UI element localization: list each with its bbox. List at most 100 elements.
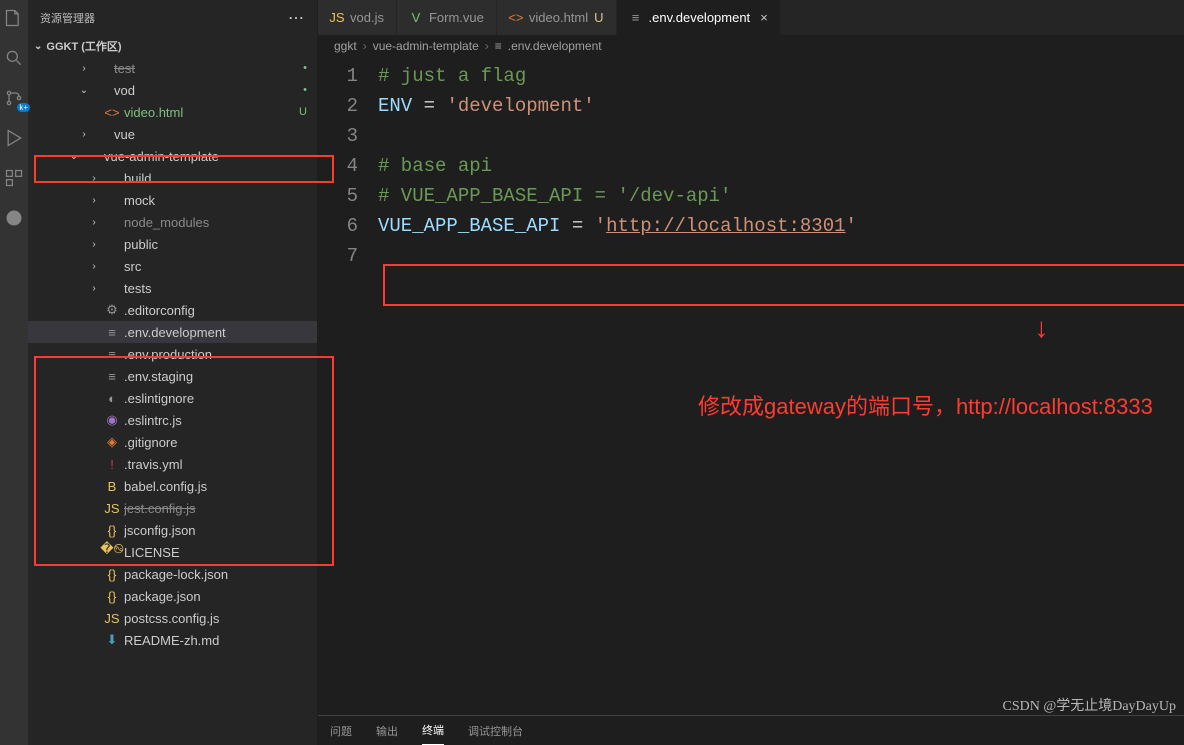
github-icon[interactable] [4,208,24,228]
tree-item[interactable]: › public [28,233,317,255]
panel-tab[interactable]: 终端 [422,722,444,745]
code-line[interactable] [378,121,1184,151]
file-icon: ⚙ [104,302,120,318]
code-content[interactable]: # just a flagENV = 'development' # base a… [378,57,1184,715]
editor-tab[interactable]: <>video.htmlU [497,0,617,35]
tree-item[interactable]: ⌄vod• [28,79,317,101]
line-number: 1 [318,61,358,91]
run-icon[interactable] [4,128,24,148]
source-control-icon[interactable] [4,88,24,108]
tree-item[interactable]: ›tests [28,277,317,299]
breadcrumb-item[interactable]: vue-admin-template [373,39,479,53]
line-number: 3 [318,121,358,151]
sidebar-title: 资源管理器 [40,10,95,26]
tree-item[interactable]: JSjest.config.js [28,497,317,519]
tree-item-label: build [124,171,303,186]
tree-item[interactable]: {}package.json [28,585,317,607]
tree-item[interactable]: ◐.eslintignore [28,387,317,409]
breadcrumb[interactable]: ggkt › vue-admin-template › ≡ .env.developme… [318,35,1184,57]
file-icon: ◈ [104,434,120,450]
explorer-icon[interactable] [4,8,24,28]
tree-item[interactable]: ›src [28,255,317,277]
tree-item[interactable]: ⚙ .editorconfig [28,299,317,321]
sidebar: 资源管理器 ⋯ ⌄ GGKT (工作区) ›test•⌄vod•<>video.… [28,0,318,745]
tree-item-label: vue-admin-template [104,149,303,164]
tree-item[interactable]: {} package-lock.json [28,563,317,585]
tree-item[interactable]: ! .travis.yml [28,453,317,475]
tree-item[interactable]: ◉.eslintrc.js [28,409,317,431]
breadcrumb-separator-icon: › [485,39,489,53]
tree-item-label: postcss.config.js [124,611,303,626]
file-icon: ◐ [104,391,120,406]
tree-item[interactable]: ≡.env.production [28,343,317,365]
tree-item[interactable]: <>video.htmlU [28,101,317,123]
tree-item[interactable]: ›node_modules [28,211,317,233]
tab-file-icon: ≡ [629,10,643,25]
tab-file-icon: <> [509,10,523,25]
tree-twisty-icon: › [78,63,90,74]
breadcrumb-item[interactable]: .env.development [508,39,602,53]
editor-tab[interactable]: ≡ .env.development × [617,0,781,35]
annotation-box [383,264,1184,306]
panel-tab[interactable]: 输出 [376,723,398,745]
tree-twisty-icon: › [88,217,100,228]
workspace-label: GGKT (工作区) [46,38,121,54]
code-line[interactable]: # VUE_APP_BASE_API = '/dev-api' [378,181,1184,211]
tree-item[interactable]: ›test• [28,57,317,79]
tree-item-label: .editorconfig [124,303,303,318]
code-editor[interactable]: 1234567 # just a flagENV = 'development'… [318,57,1184,715]
tree-item[interactable]: ⬇README-zh.md [28,629,317,651]
line-number: 6 [318,211,358,241]
tab-label: video.html [529,10,588,25]
tree-item[interactable]: › vue [28,123,317,145]
tree-item-label: vue [114,127,303,142]
extensions-icon[interactable] [4,168,24,188]
file-tree: ›test•⌄vod•<>video.htmlU›vue⌄vue-admin-t… [28,57,317,745]
breadcrumb-separator-icon: › [363,39,367,53]
tree-item-label: package.json [124,589,303,604]
tree-item[interactable]: {}jsconfig.json [28,519,317,541]
tree-item[interactable]: ›mock [28,189,317,211]
tab-label: .env.development [649,10,751,25]
breadcrumb-file-icon: ≡ [495,39,502,53]
editor-tab[interactable]: VForm.vue [397,0,497,35]
tree-item-label: jest.config.js [124,501,303,516]
panel-tab[interactable]: 问题 [330,723,352,745]
code-line[interactable]: # base api [378,151,1184,181]
more-icon[interactable]: ⋯ [288,8,305,28]
tree-item-label: vod [114,83,299,98]
breadcrumb-item[interactable]: ggkt [334,39,357,53]
tree-item-label: public [124,237,303,252]
tree-item[interactable]: ›build [28,167,317,189]
tree-twisty-icon: › [78,129,90,140]
code-line[interactable]: VUE_APP_BASE_API = 'http://localhost:830… [378,211,1184,241]
tree-item-label: package-lock.json [124,567,303,582]
tree-twisty-icon: › [88,283,100,294]
tree-twisty-icon: ⌄ [78,85,90,96]
panel-tab[interactable]: 调试控制台 [468,723,523,745]
annotation-arrow: ↓ [1033,315,1050,346]
search-icon[interactable] [4,48,24,68]
file-icon: ≡ [104,369,120,384]
tree-item[interactable]: �࿊LICENSE [28,541,317,563]
tree-item[interactable]: ⌄vue-admin-template [28,145,317,167]
editor-tabs: JSvod.jsVForm.vue<>video.htmlU≡.env.deve… [318,0,1184,35]
code-line[interactable]: ENV = 'development' [378,91,1184,121]
code-line[interactable]: # just a flag [378,61,1184,91]
tree-item[interactable]: JSpostcss.config.js [28,607,317,629]
tree-twisty-icon: › [88,239,100,250]
file-icon: {} [104,567,120,582]
close-icon[interactable]: × [760,10,768,25]
editor-tab[interactable]: JSvod.js [318,0,397,35]
tree-item[interactable]: ≡.env.development [28,321,317,343]
tree-item[interactable]: ≡.env.staging [28,365,317,387]
tree-item-label: .travis.yml [124,457,303,472]
line-number: 5 [318,181,358,211]
file-icon: ! [104,457,120,472]
tree-item[interactable]: ◈.gitignore [28,431,317,453]
workspace-title[interactable]: ⌄ GGKT (工作区) [28,35,317,57]
tree-item-label: README-zh.md [124,633,303,648]
tree-item[interactable]: Bbabel.config.js [28,475,317,497]
tab-file-icon: JS [330,10,344,25]
tree-twisty-icon: › [88,195,100,206]
